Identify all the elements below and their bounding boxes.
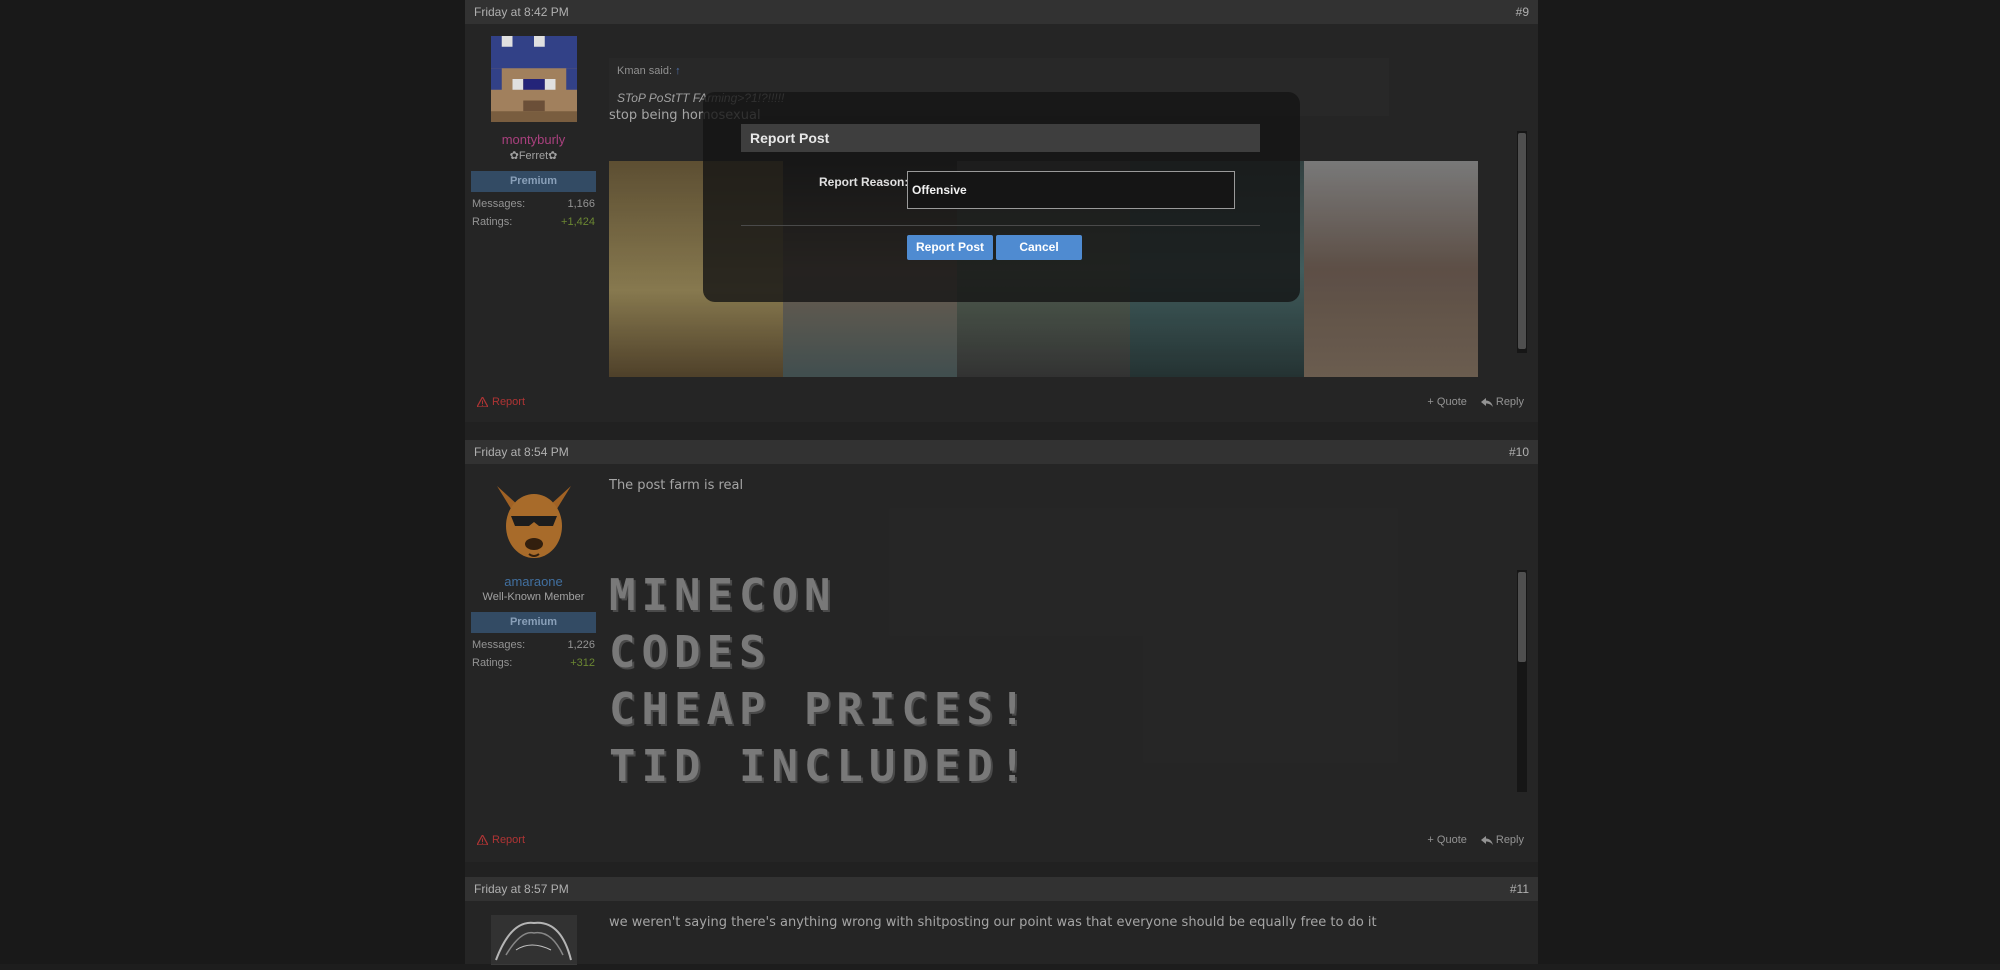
modal-divider <box>741 225 1260 226</box>
report-post-button[interactable]: Report Post <box>907 235 993 260</box>
report-reason-label: Report Reason: <box>819 175 909 189</box>
modal-title: Report Post <box>741 124 1260 152</box>
report-post-modal: Report Post Report Reason: Report Post C… <box>703 92 1300 302</box>
cancel-button[interactable]: Cancel <box>996 235 1082 260</box>
report-reason-input[interactable] <box>907 171 1235 209</box>
